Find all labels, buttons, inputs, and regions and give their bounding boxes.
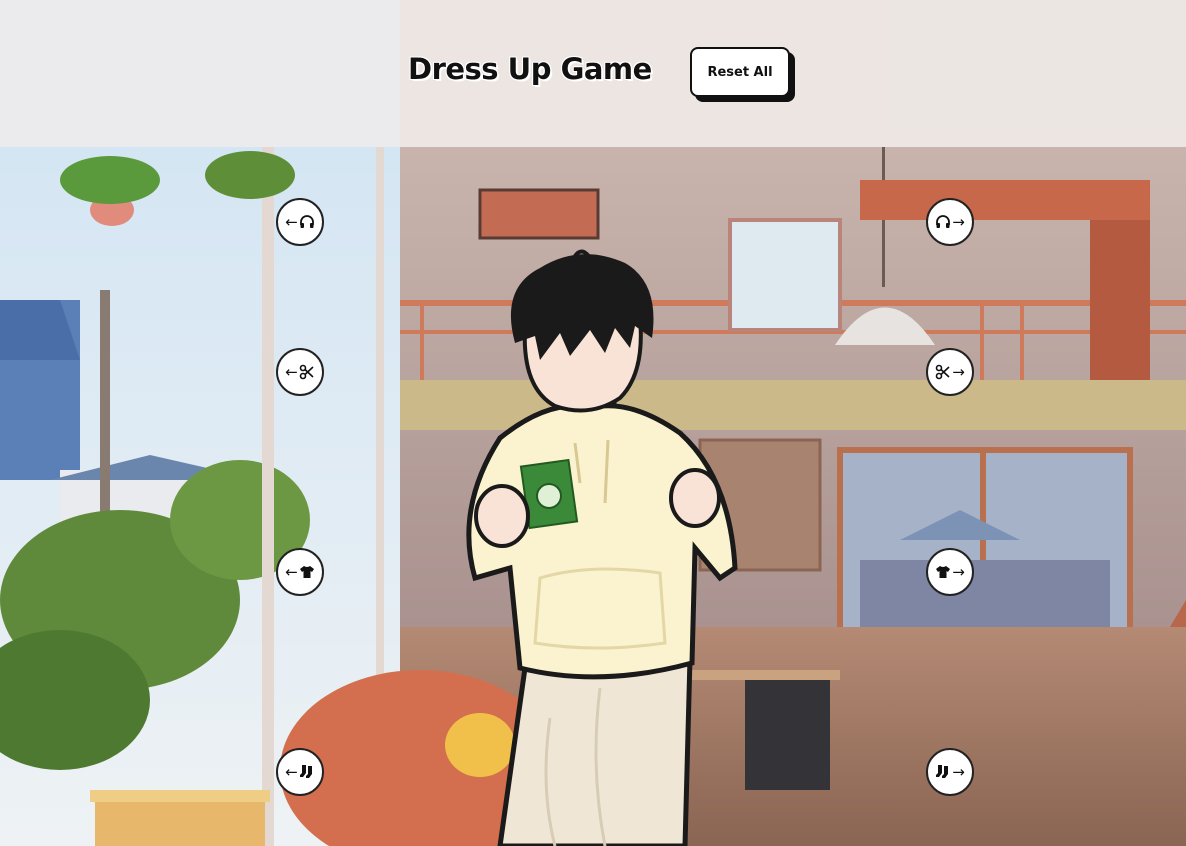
scissors-icon [935, 364, 951, 380]
next-top-button[interactable]: → [926, 548, 974, 596]
character-avatar [430, 248, 760, 846]
arrow-left-icon: ← [285, 762, 298, 781]
socks-icon [935, 764, 951, 780]
headphones-icon [935, 214, 951, 230]
next-accessory-button[interactable]: → [926, 198, 974, 246]
arrow-right-icon: → [952, 762, 965, 781]
arrow-right-icon: → [952, 212, 965, 231]
arrow-right-icon: → [952, 562, 965, 581]
socks-icon [299, 764, 315, 780]
tshirt-icon [935, 564, 951, 580]
game-title: Dress Up Game [408, 52, 652, 86]
prev-accessory-button[interactable]: ← [276, 198, 324, 246]
tshirt-icon [299, 564, 315, 580]
prev-top-button[interactable]: ← [276, 548, 324, 596]
next-bottom-button[interactable]: → [926, 748, 974, 796]
headphones-icon [299, 214, 315, 230]
header-bar: Dress Up Game Reset All [0, 0, 1186, 147]
arrow-right-icon: → [952, 362, 965, 381]
next-hair-button[interactable]: → [926, 348, 974, 396]
scissors-icon [299, 364, 315, 380]
prev-bottom-button[interactable]: ← [276, 748, 324, 796]
arrow-left-icon: ← [285, 212, 298, 231]
prev-hair-button[interactable]: ← [276, 348, 324, 396]
arrow-left-icon: ← [285, 362, 298, 381]
reset-all-button[interactable]: Reset All [690, 47, 790, 97]
arrow-left-icon: ← [285, 562, 298, 581]
